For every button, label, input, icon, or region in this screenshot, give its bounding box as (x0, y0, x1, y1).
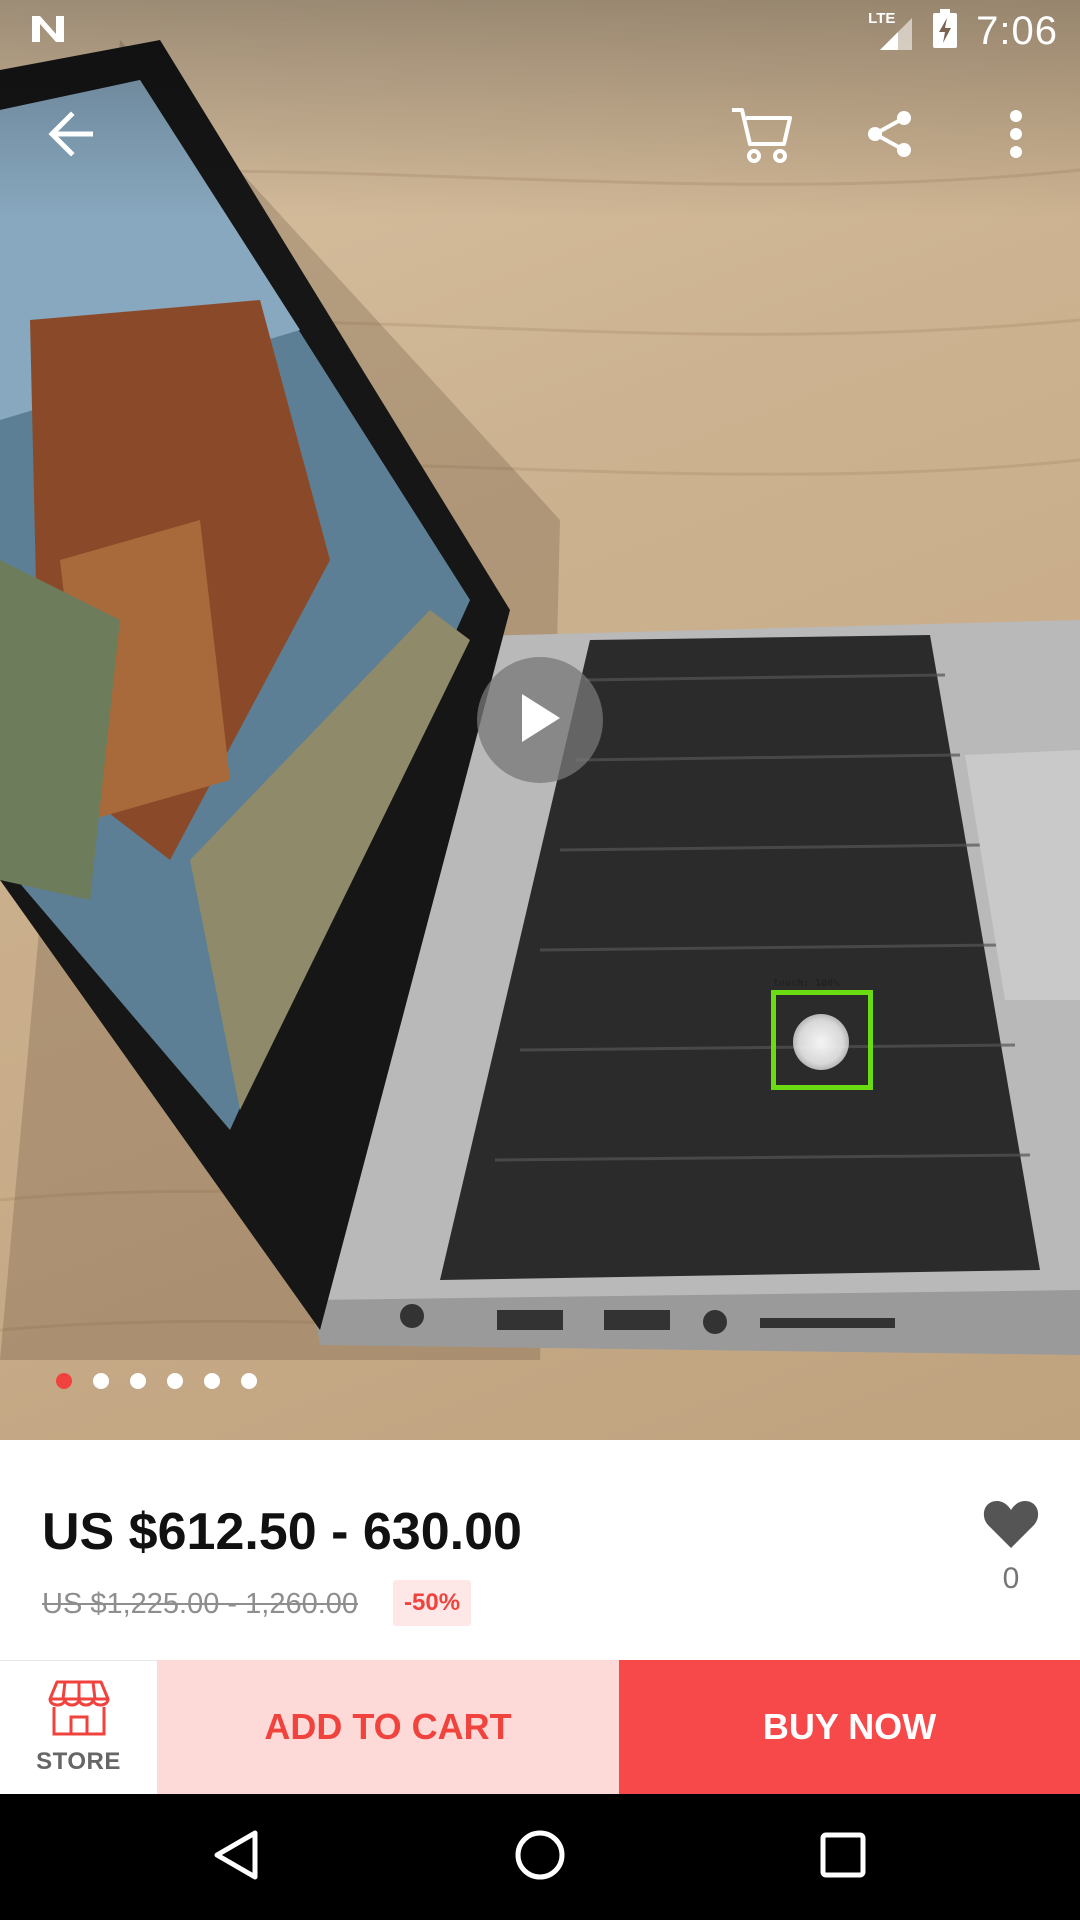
touch-marker-label: touch: 100% (773, 978, 840, 989)
nav-recents-icon (820, 1832, 866, 1883)
status-bar: LTE 7:06 (0, 0, 1080, 63)
system-navigation-bar (0, 1794, 1080, 1920)
heart-icon (982, 1498, 1040, 1555)
pager-dot[interactable] (241, 1373, 257, 1389)
share-button[interactable] (842, 88, 938, 184)
current-price: US $612.50 - 630.00 (42, 1503, 522, 1561)
more-options-button[interactable] (968, 88, 1064, 184)
store-button[interactable]: STORE (0, 1660, 157, 1794)
lte-signal-icon: LTE (868, 10, 914, 52)
more-vert-icon (1008, 109, 1024, 163)
wishlist-button[interactable]: 0 (978, 1492, 1044, 1608)
purchase-action-bar: STORE ADD TO CART BUY NOW (0, 1660, 1080, 1794)
back-button[interactable] (24, 88, 120, 184)
nav-back-button[interactable] (196, 1817, 276, 1897)
original-price: US $1,225.00 - 1,260.00 (42, 1588, 359, 1620)
cart-button[interactable] (714, 88, 810, 184)
price-section: US $612.50 - 630.00 US $1,225.00 - 1,260… (0, 1440, 1080, 1660)
pager-dot[interactable] (167, 1373, 183, 1389)
pager-dot-active[interactable] (56, 1373, 72, 1389)
wishlist-count: 0 (1002, 1562, 1020, 1595)
store-icon (47, 1679, 111, 1742)
cart-icon (730, 104, 794, 169)
add-to-cart-button[interactable]: ADD TO CART (157, 1660, 619, 1794)
image-pager (56, 1373, 257, 1389)
store-label: STORE (36, 1748, 121, 1775)
battery-charging-icon (932, 9, 958, 54)
nav-home-icon (514, 1829, 566, 1886)
notification-n-icon (28, 12, 68, 51)
touch-point (793, 1014, 849, 1070)
back-arrow-icon (47, 110, 97, 162)
play-video-button[interactable] (477, 657, 603, 783)
share-icon (865, 109, 915, 164)
buy-now-button[interactable]: BUY NOW (619, 1660, 1080, 1794)
status-time: 7:06 (976, 9, 1058, 53)
pager-dot[interactable] (204, 1373, 220, 1389)
play-icon (516, 692, 564, 749)
nav-back-icon (213, 1829, 259, 1886)
discount-badge: -50% (393, 1580, 472, 1626)
nav-recents-button[interactable] (803, 1817, 883, 1897)
pager-dot[interactable] (130, 1373, 146, 1389)
nav-home-button[interactable] (500, 1817, 580, 1897)
pager-dot[interactable] (93, 1373, 109, 1389)
